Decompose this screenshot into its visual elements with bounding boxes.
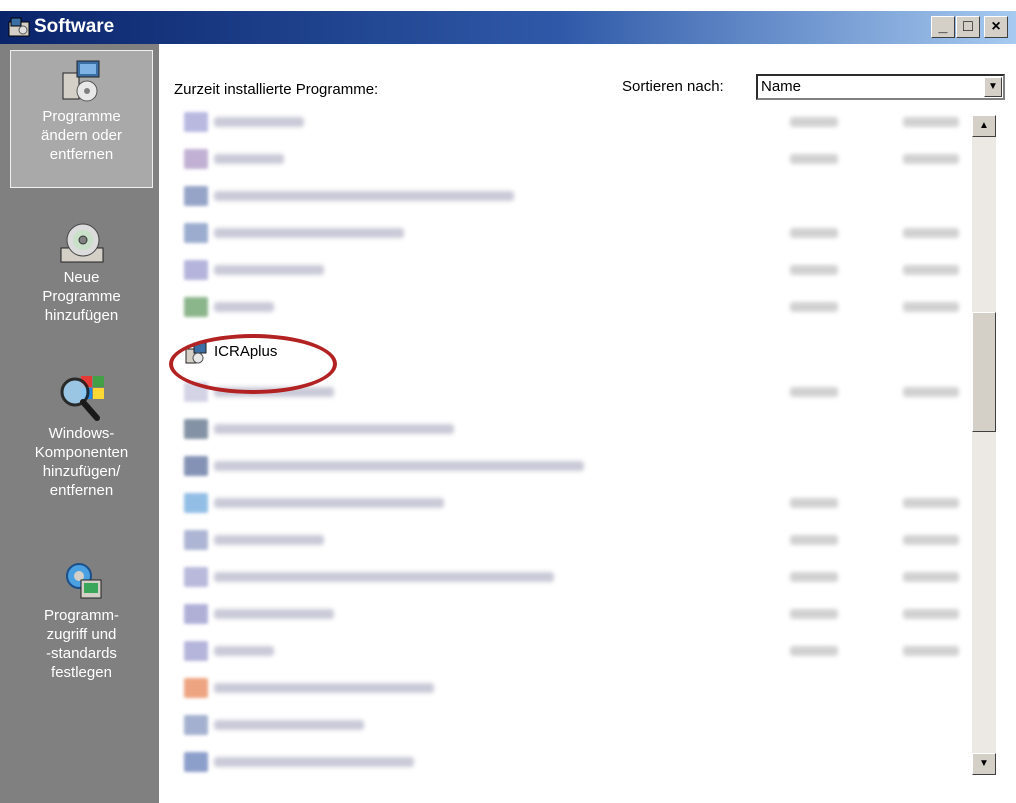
list-item[interactable]	[176, 525, 971, 555]
list-header: Zurzeit installierte Programme:	[174, 81, 379, 98]
sidebar-item-add-new[interactable]: Neue Programme hinzufügen	[10, 212, 153, 352]
list-item[interactable]	[176, 107, 971, 137]
scroll-up-button[interactable]: ▲	[972, 115, 996, 137]
list-item[interactable]	[176, 292, 971, 322]
sidebar-item-label: Windows- Komponenten hinzufügen/ entfern…	[34, 425, 129, 499]
list-item[interactable]	[176, 414, 971, 444]
sidebar: Programme ändern oder entfernen Neue Pro…	[0, 44, 159, 803]
list-item[interactable]	[176, 636, 971, 666]
vertical-scrollbar[interactable]: ▲ ▼	[972, 115, 996, 775]
list-item[interactable]	[176, 218, 971, 248]
cd-disc-icon	[60, 223, 103, 263]
scroll-thumb[interactable]	[972, 312, 996, 432]
list-item[interactable]	[176, 488, 971, 518]
app-icon	[8, 17, 30, 37]
list-item[interactable]	[176, 562, 971, 592]
cd-box-icon	[62, 60, 99, 102]
list-item[interactable]	[176, 599, 971, 629]
close-button[interactable]: ×	[984, 16, 1008, 38]
scroll-down-button[interactable]: ▼	[972, 753, 996, 775]
sidebar-item-label: Programm- zugriff und -standards festleg…	[43, 607, 119, 681]
sort-label: Sortieren nach:	[622, 78, 724, 95]
program-list[interactable]	[176, 107, 971, 802]
list-item[interactable]	[176, 710, 971, 740]
gear-monitor-icon	[65, 563, 101, 599]
windows-magnifier-icon	[60, 376, 104, 421]
sort-dropdown[interactable]: Name ▼	[756, 74, 1005, 100]
sidebar-item-change-remove[interactable]: Programme ändern oder entfernen	[10, 50, 153, 188]
minimize-button[interactable]: _	[931, 16, 955, 38]
list-item[interactable]	[176, 255, 971, 285]
title-bar: Software _ □ ×	[0, 11, 1016, 44]
list-item[interactable]	[176, 144, 971, 174]
sidebar-item-windows-components[interactable]: Windows- Komponenten hinzufügen/ entfern…	[10, 364, 153, 534]
sidebar-item-label: Neue Programme hinzufügen	[42, 269, 121, 324]
list-item[interactable]	[176, 451, 971, 481]
list-item[interactable]	[176, 181, 971, 211]
list-item[interactable]	[176, 747, 971, 777]
sort-value: Name	[761, 78, 802, 95]
highlight-ellipse	[169, 334, 337, 394]
maximize-button[interactable]: □	[956, 16, 980, 38]
sidebar-item-label: Programme ändern oder entfernen	[41, 108, 122, 163]
list-item[interactable]	[176, 673, 971, 703]
sidebar-item-program-access[interactable]: Programm- zugriff und -standards festleg…	[10, 550, 153, 710]
window-title: Software	[34, 16, 115, 37]
program-list-panel: Zurzeit installierte Programme: Sortiere…	[159, 44, 1016, 803]
chevron-down-icon[interactable]: ▼	[984, 77, 1002, 97]
